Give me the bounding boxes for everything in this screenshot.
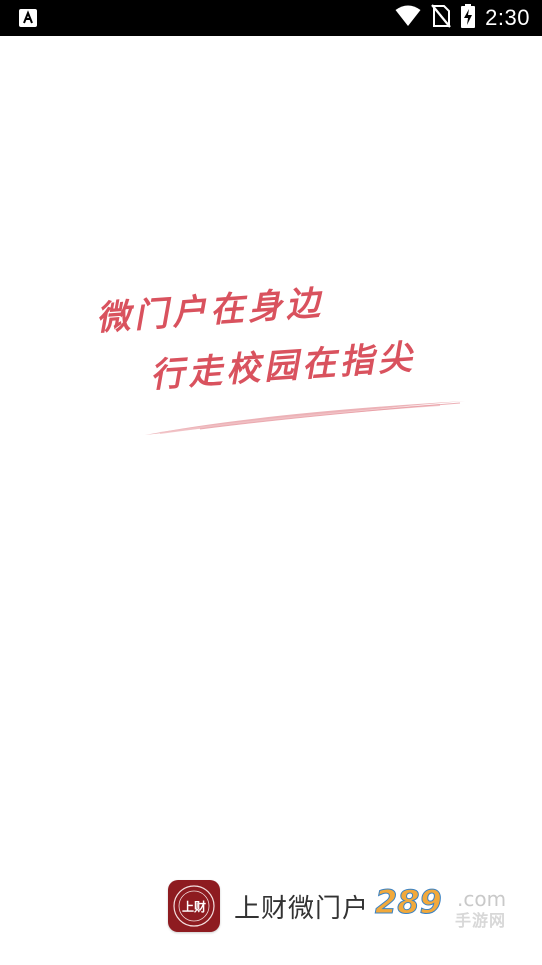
no-sim-icon [431,4,452,32]
slogan: 微门户在身边 行走校园在指尖 [0,36,542,965]
splash-screen: 微门户在身边 行走校园在指尖 上财 上财微门户 289 .com 手游网 [0,36,542,965]
status-time: 2:30 [485,5,530,30]
app-name: 上财微门户 [234,893,370,924]
watermark-subtitle: 手游网 [455,911,507,930]
slogan-line-1: 微门户在身边 [94,283,326,339]
wifi-icon [395,5,421,31]
brand-row: 上财 上财微门户 289 .com 手游网 [168,879,521,933]
status-icons: 2:30 [395,0,530,36]
app-notification-icon [18,8,38,28]
status-bar: 2:30 [0,0,542,36]
battery-charging-icon [461,4,476,32]
brush-stroke [145,401,465,435]
seal-emblem-icon: 上财 [173,885,215,927]
watermark-number: 289 [375,883,443,922]
logo-text: 上财 [182,899,206,914]
app-logo: 上财 [168,880,220,932]
slogan-line-2: 行走校园在指尖 [148,337,417,396]
watermark-logo: 289 .com 手游网 [375,881,521,931]
